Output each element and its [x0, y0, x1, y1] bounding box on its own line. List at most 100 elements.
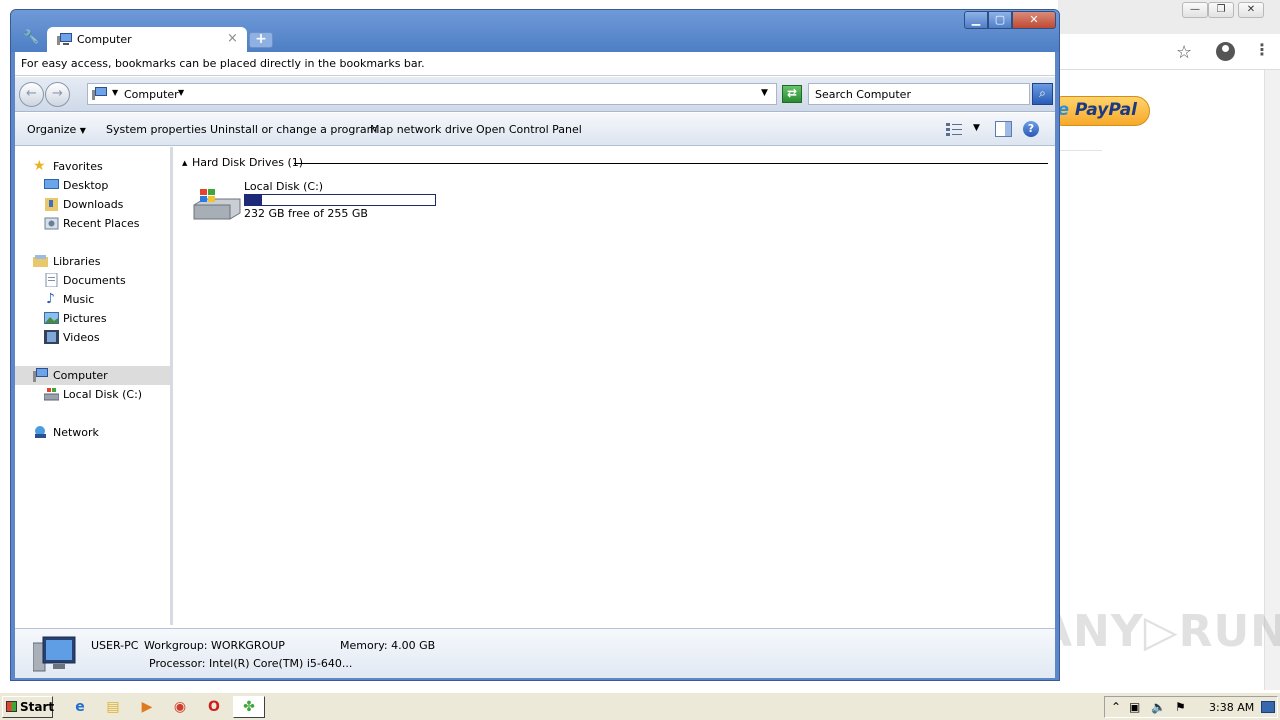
hard-disk-icon[interactable]	[192, 187, 242, 221]
chevron-down-icon[interactable]: ▼	[178, 88, 184, 97]
window-titlebar[interactable]: 🔧 Computer × + ▁ ▢ ✕	[11, 10, 1059, 52]
drive-free-space: 232 GB free of 255 GB	[244, 207, 368, 220]
open-control-panel-button[interactable]: Open Control Panel	[476, 123, 582, 136]
nav-label: Pictures	[63, 312, 107, 325]
nav-label: Music	[63, 293, 95, 306]
background-toolbar: ☆ ⋮	[1058, 34, 1280, 70]
content-pane: ▲ Hard Disk Drives (1) Local Disk (C:) 2…	[176, 147, 1055, 625]
pictures-icon	[44, 312, 59, 324]
account-icon[interactable]	[1216, 42, 1235, 61]
action-center-flag-icon[interactable]: ⚑	[1175, 700, 1186, 714]
new-tab-button[interactable]: +	[249, 32, 273, 48]
forward-button[interactable]: →	[45, 82, 70, 107]
hard-disk-icon	[44, 388, 59, 401]
pc-name: USER-PC	[91, 639, 139, 652]
background-restore-button[interactable]: ❐	[1208, 2, 1234, 18]
change-view-icon[interactable]	[945, 121, 963, 137]
organize-button[interactable]: Organize ▼	[27, 123, 86, 136]
show-desktop-button[interactable]	[1261, 701, 1275, 713]
background-browser-window: — ❐ ✕ ☆ ⋮ e PayPal	[1048, 0, 1280, 690]
nav-label: Network	[53, 426, 99, 439]
uninstall-program-button[interactable]: Uninstall or change a program	[210, 123, 377, 136]
recent-places-icon	[44, 217, 59, 230]
nav-label: Documents	[63, 274, 126, 287]
nav-item-desktop[interactable]: Desktop	[15, 176, 170, 195]
clock[interactable]: 3:38 AM	[1209, 701, 1254, 714]
watermark-logo: ANY▷RUN	[1038, 606, 1280, 657]
group-header[interactable]: Hard Disk Drives (1)	[192, 156, 303, 169]
network-status-icon[interactable]: ▣	[1129, 700, 1140, 714]
preview-pane-icon[interactable]	[995, 121, 1012, 137]
kebab-menu-icon[interactable]: ⋮	[1254, 40, 1270, 59]
chevron-down-icon: ▼	[79, 126, 86, 135]
tab-close-icon[interactable]: ×	[227, 31, 238, 46]
nav-item-videos[interactable]: Videos	[15, 328, 170, 347]
command-bar: Organize ▼ System properties Uninstall o…	[15, 113, 1055, 146]
tab-computer[interactable]: Computer ×	[47, 27, 247, 52]
computer-icon	[33, 368, 48, 382]
chrome-icon[interactable]: ◉	[170, 697, 190, 717]
drive-usage-fill	[245, 195, 262, 205]
processor: Processor: Intel(R) Core(TM) i5-640...	[149, 657, 353, 670]
libraries-icon	[33, 255, 48, 267]
show-hidden-icons-icon[interactable]: ⌃	[1111, 700, 1121, 714]
nav-item-favorites[interactable]: ★ Favorites	[15, 157, 170, 176]
minimize-button[interactable]: ▁	[964, 11, 988, 29]
system-properties-button[interactable]: System properties	[106, 123, 207, 136]
address-crumb[interactable]: Computer	[124, 88, 179, 101]
nav-label: Local Disk (C:)	[63, 388, 143, 401]
nav-item-documents[interactable]: Documents	[15, 271, 170, 290]
divider	[1058, 150, 1102, 151]
internet-explorer-icon[interactable]: e	[70, 697, 90, 717]
active-task-button[interactable]: ✤	[233, 696, 265, 718]
map-network-drive-button[interactable]: Map network drive	[370, 123, 473, 136]
background-close-button[interactable]: ✕	[1238, 2, 1264, 18]
address-dropdown-icon[interactable]: ▼	[761, 88, 768, 98]
nav-label: Desktop	[63, 179, 109, 192]
drive-usage-bar	[244, 194, 436, 206]
nav-item-local-disk[interactable]: Local Disk (C:)	[15, 385, 170, 404]
taskbar: Start e ▤ ▶ ◉ O ✤ ⌃ ▣ 🔈 ⚑ 3:38 AM	[0, 692, 1280, 720]
back-button[interactable]: ←	[19, 82, 44, 107]
nav-item-music[interactable]: ♪ Music	[15, 290, 170, 309]
desktop-icon	[44, 179, 59, 189]
view-dropdown-icon[interactable]: ▼	[973, 123, 980, 133]
drive-name[interactable]: Local Disk (C:)	[244, 180, 323, 193]
chevron-down-icon[interactable]: ▼	[112, 88, 118, 97]
downloads-icon	[45, 198, 58, 211]
refresh-button[interactable]: ⇄	[782, 85, 802, 103]
help-icon[interactable]: ?	[1023, 121, 1039, 137]
folder-icon[interactable]: ▤	[103, 697, 123, 717]
start-button[interactable]: Start	[2, 696, 54, 718]
explorer-window: 🔧 Computer × + ▁ ▢ ✕ For easy access, bo…	[10, 9, 1060, 681]
nav-item-recent-places[interactable]: Recent Places	[15, 214, 170, 233]
background-scrollbar[interactable]	[1264, 70, 1280, 690]
tab-title: Computer	[77, 33, 132, 46]
volume-icon[interactable]: 🔈	[1151, 700, 1166, 714]
collapse-group-icon[interactable]: ▲	[182, 159, 187, 167]
nav-label: Downloads	[63, 198, 124, 211]
nav-label: Libraries	[53, 255, 101, 268]
nav-item-downloads[interactable]: Downloads	[15, 195, 170, 214]
system-tray: ⌃ ▣ 🔈 ⚑ 3:38 AM	[1104, 696, 1278, 718]
nav-item-pictures[interactable]: Pictures	[15, 309, 170, 328]
search-icon[interactable]: ⌕	[1032, 83, 1053, 105]
bookmarks-hint: For easy access, bookmarks can be placed…	[21, 57, 425, 70]
background-minimize-button[interactable]: —	[1182, 2, 1208, 18]
address-bar[interactable]: ▼ Computer ▼ ▼	[87, 83, 777, 105]
media-player-icon[interactable]: ▶	[137, 697, 157, 717]
nav-item-computer[interactable]: Computer	[15, 366, 170, 385]
wrench-icon[interactable]: 🔧	[23, 30, 39, 45]
opera-icon[interactable]: O	[204, 697, 224, 717]
nav-item-network[interactable]: Network	[15, 423, 170, 442]
maximize-button[interactable]: ▢	[988, 11, 1012, 29]
nav-label: Recent Places	[63, 217, 140, 230]
search-input[interactable]: Search Computer	[808, 83, 1030, 105]
network-icon	[35, 426, 46, 438]
close-button[interactable]: ✕	[1012, 11, 1056, 29]
workgroup: Workgroup: WORKGROUP	[144, 639, 285, 652]
paypal-button[interactable]: e PayPal	[1048, 96, 1150, 126]
bookmarks-bar: For easy access, bookmarks can be placed…	[15, 52, 1055, 76]
nav-item-libraries[interactable]: Libraries	[15, 252, 170, 271]
star-icon[interactable]: ☆	[1176, 42, 1192, 63]
